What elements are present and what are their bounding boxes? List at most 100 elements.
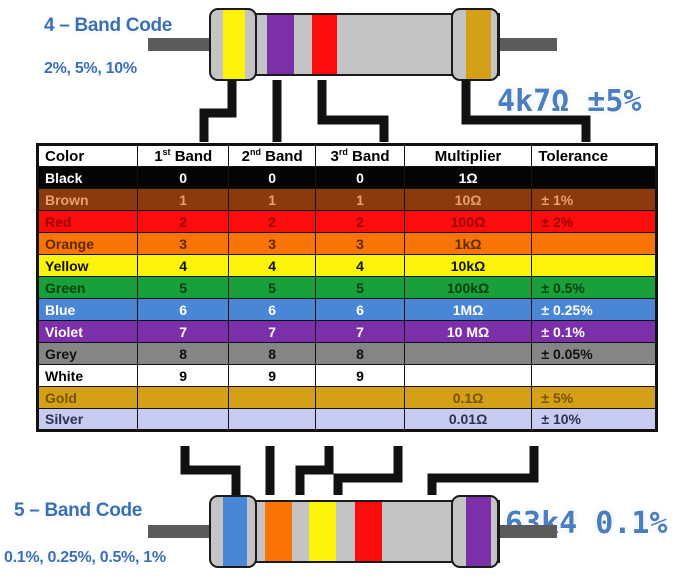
cell-color-name: Brown [36,188,139,211]
table-row: White 9 9 9 [36,364,657,387]
header-band-2-sup: nd [249,147,261,157]
cell-tolerance [531,166,657,189]
table-row: Silver 0.01Ω ± 10% [36,408,657,431]
cell-tolerance: ± 0.05% [531,342,657,365]
cell-band-2: 9 [227,364,317,387]
resistor5-lead-left [148,525,218,538]
header-band-1-word: Band [170,148,213,165]
table-body: Black 0 0 0 1Ω Brown 1 1 1 10Ω ± 1% Red 2 2 2 100Ω ± 2% O… [36,166,657,431]
cell-tolerance [531,364,657,387]
band-5-violet [466,497,491,566]
cell-band-2: 6 [227,298,317,321]
band-3-red [312,15,337,74]
resistor-color-code-table: Color 1st Band 2nd Band 3rd Band Multipl… [36,143,658,432]
cell-band-3: 8 [315,342,405,365]
resistor-color-code-figure: 4 – Band Code 2%, 5%, 10% 4k7Ω ±5% Color… [0,0,696,580]
cell-band-3 [315,408,405,431]
resistor-cap-left [209,8,257,81]
cell-color-name: Blue [36,298,139,321]
cell-multiplier: 100kΩ [403,276,533,299]
header-band-3-word: Band [347,148,390,165]
cell-band-2: 0 [227,166,317,189]
table-header-row: Color 1st Band 2nd Band 3rd Band Multipl… [36,144,657,167]
cell-tolerance: ± 1% [531,188,657,211]
cell-band-3: 2 [315,210,405,233]
cell-band-2: 1 [227,188,317,211]
table-row: Brown 1 1 1 10Ω ± 1% [36,188,657,211]
cell-band-3: 9 [315,364,405,387]
cell-band-2 [227,408,317,431]
cell-color-name: Red [36,210,139,233]
cell-color-name: Yellow [36,254,139,277]
cell-band-3: 0 [315,166,405,189]
cell-band-3: 5 [315,276,405,299]
table-row: Green 5 5 5 100kΩ ± 0.5% [36,276,657,299]
header-band-2: 2nd Band [227,144,317,167]
cell-band-1: 9 [137,364,229,387]
cell-band-1: 5 [137,276,229,299]
cell-multiplier: 0.1Ω [403,386,533,409]
cell-tolerance [531,254,657,277]
cell-tolerance [531,232,657,255]
cell-tolerance: ± 10% [531,408,657,431]
header-band-2-num: 2 [241,148,250,165]
cell-color-name: White [36,364,139,387]
cell-color-name: Gold [36,386,139,409]
cell-tolerance: ± 5% [531,386,657,409]
table-row: Blue 6 6 6 1MΩ ± 0.25% [36,298,657,321]
cell-multiplier: 0.01Ω [403,408,533,431]
cell-color-name: Black [36,166,139,189]
header-tolerance: Tolerance [531,144,657,167]
cell-band-1: 8 [137,342,229,365]
cell-multiplier: 1kΩ [403,232,533,255]
cell-multiplier [403,364,533,387]
resistor-cap-right [451,8,499,81]
cell-color-name: Grey [36,342,139,365]
cell-band-1: 6 [137,298,229,321]
table-row: Black 0 0 0 1Ω [36,166,657,189]
header-band-2-word: Band [260,148,303,165]
cell-multiplier: 10kΩ [403,254,533,277]
cell-band-2: 3 [227,232,317,255]
five-band-tolerance-list: 0.1%, 0.25%, 0.5%, 1% [4,549,166,566]
cell-band-1: 7 [137,320,229,343]
cell-band-2: 5 [227,276,317,299]
cell-color-name: Green [36,276,139,299]
band-2-violet [267,15,294,74]
cell-band-1: 0 [137,166,229,189]
cell-color-name: Violet [36,320,139,343]
four-band-code-title: 4 – Band Code [44,15,173,36]
four-band-tolerance-list: 2%, 5%, 10% [44,60,137,77]
cell-band-1: 2 [137,210,229,233]
cell-band-1: 4 [137,254,229,277]
header-band-3: 3rd Band [315,144,405,167]
cell-band-1 [137,386,229,409]
table-row: Yellow 4 4 4 10kΩ [36,254,657,277]
band-3-yellow [309,502,336,561]
cell-band-1: 3 [137,232,229,255]
cell-band-1 [137,408,229,431]
band-4-red [355,502,382,561]
cell-color-name: Orange [36,232,139,255]
header-color: Color [36,144,139,167]
cell-multiplier: 100Ω [403,210,533,233]
header-band-1: 1st Band [137,144,229,167]
header-band-3-sup: rd [338,147,348,157]
cell-tolerance: ± 2% [531,210,657,233]
cell-tolerance: ± 0.5% [531,276,657,299]
cell-band-3 [315,386,405,409]
cell-band-3: 3 [315,232,405,255]
cell-color-name: Silver [36,408,139,431]
header-multiplier: Multiplier [403,144,533,167]
band-2-orange [265,502,292,561]
four-band-value: 4k7Ω ±5% [497,84,642,119]
cell-band-3: 1 [315,188,405,211]
cell-tolerance: ± 0.1% [531,320,657,343]
table-row: Violet 7 7 7 10 MΩ ± 0.1% [36,320,657,343]
resistor-lead-left [148,38,218,51]
band-4-gold [466,10,491,79]
cell-band-2: 8 [227,342,317,365]
cell-multiplier: 10Ω [403,188,533,211]
table-row: Gold 0.1Ω ± 5% [36,386,657,409]
cell-band-2 [227,386,317,409]
